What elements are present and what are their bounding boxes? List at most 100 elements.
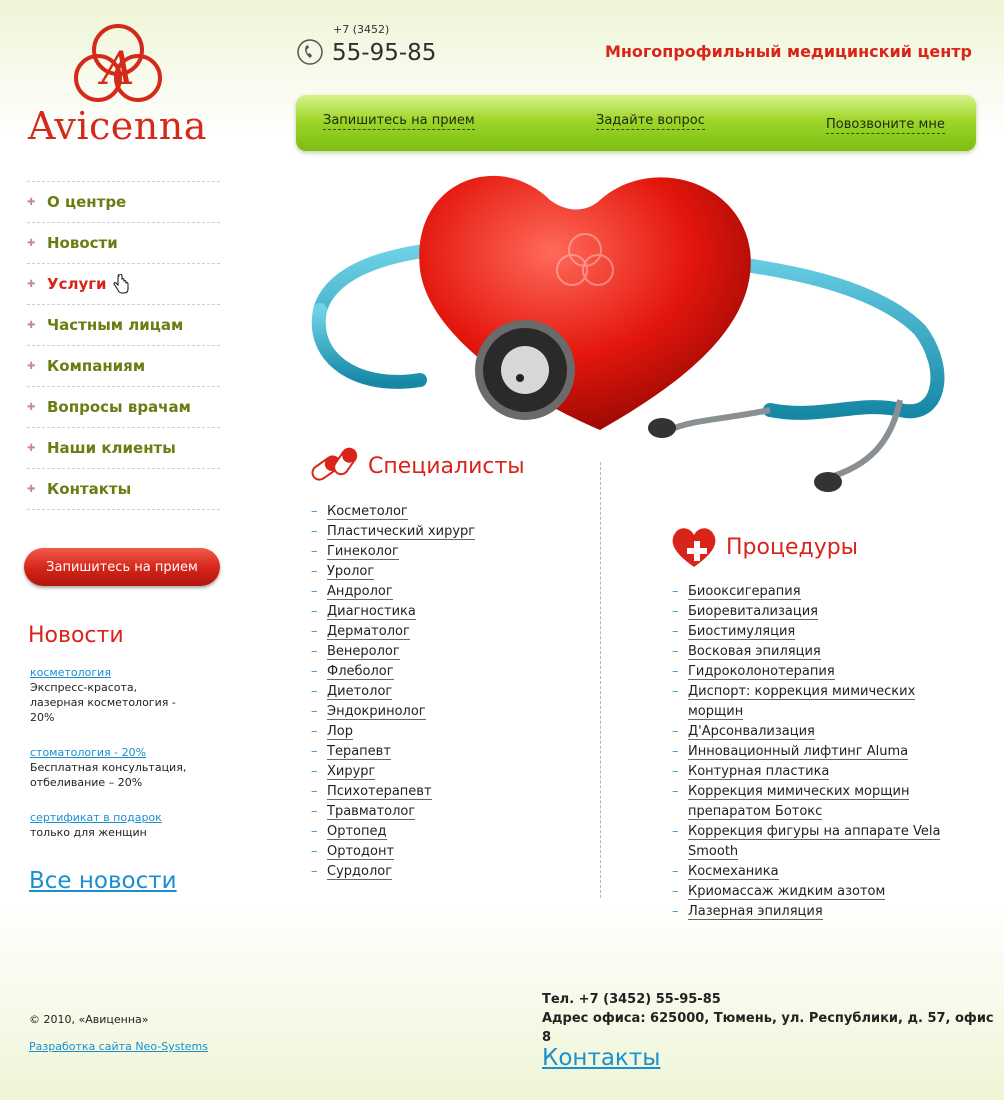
procedure-item-link[interactable]: Лазерная эпиляция (688, 904, 823, 920)
all-news-link[interactable]: Все новости (29, 868, 177, 894)
specialist-item: Психотерапевт (311, 782, 591, 802)
specialist-item: Хирург (311, 762, 591, 782)
procedure-item-link[interactable]: Коррекция фигуры на аппарате Vela Smooth (688, 824, 941, 860)
sidebar-item-label: Вопросы врачам (47, 398, 191, 416)
procedure-item-link[interactable]: Диспорт: коррекция мимических морщин (688, 684, 916, 720)
news-item: косметология Экспресс-красота, лазерная … (30, 665, 190, 725)
specialists-title: Специалисты (368, 453, 525, 479)
phone-code: +7 (3452) (333, 23, 390, 36)
column-divider (600, 462, 601, 898)
sidebar-item-contacts[interactable]: ✚ Контакты (27, 468, 220, 510)
procedure-item: Криомассаж жидким азотом (672, 882, 952, 902)
procedure-item-link[interactable]: Восковая эпиляция (688, 644, 821, 660)
specialist-item-link[interactable]: Диетолог (327, 684, 393, 700)
sidebar-item-about[interactable]: ✚ О центре (27, 181, 220, 222)
procedure-item: Гидроколонотерапия (672, 662, 952, 682)
specialist-item-link[interactable]: Косметолог (327, 504, 408, 520)
procedure-item: Космеханика (672, 862, 952, 882)
specialists-header: Специалисты (310, 442, 525, 490)
sidebar-item-news[interactable]: ✚ Новости (27, 222, 220, 263)
procedure-item: Восковая эпиляция (672, 642, 952, 662)
news-link[interactable]: стоматология - 20% (30, 746, 146, 759)
procedure-item-link[interactable]: Биооксигерапия (688, 584, 801, 600)
appointment-link[interactable]: Запишитесь на прием (323, 113, 475, 130)
specialist-item-link[interactable]: Лор (327, 724, 353, 740)
sidebar-item-questions[interactable]: ✚ Вопросы врачам (27, 386, 220, 427)
sidebar-item-label: Компаниям (47, 357, 146, 375)
news-link[interactable]: косметология (30, 666, 111, 679)
specialist-item-link[interactable]: Гинеколог (327, 544, 399, 560)
news-item: стоматология - 20% Бесплатная консультац… (30, 745, 190, 790)
logo-emblem-icon: A (74, 24, 162, 102)
sidebar-item-label: О центре (47, 193, 127, 211)
specialist-item-link[interactable]: Пластический хирург (327, 524, 476, 540)
specialist-item-link[interactable]: Венеролог (327, 644, 400, 660)
procedure-item: Контурная пластика (672, 762, 952, 782)
logo-text: Avicenna (28, 104, 207, 148)
ask-question-link[interactable]: Задайте вопрос (596, 113, 705, 130)
callback-link[interactable]: Повозвоните мне (826, 117, 945, 134)
bullet-icon: ✚ (27, 483, 36, 495)
procedure-item-link[interactable]: Биостимуляция (688, 624, 796, 640)
procedure-item-link[interactable]: Гидроколонотерапия (688, 664, 835, 680)
footer-contacts-link[interactable]: Контакты (542, 1045, 660, 1071)
specialist-item-link[interactable]: Ортодонт (327, 844, 395, 860)
procedure-item: Инновационный лифтинг Aluma (672, 742, 952, 762)
sidebar-item-clients[interactable]: ✚ Наши клиенты (27, 427, 220, 468)
news-text: Экспресс-красота, лазерная косметология … (30, 681, 176, 724)
specialist-item-link[interactable]: Психотерапевт (327, 784, 432, 800)
procedure-item: Коррекция мимических морщин препаратом Б… (672, 782, 952, 822)
heart-cross-icon (672, 528, 716, 567)
procedure-item-link[interactable]: Д'Арсонвализация (688, 724, 815, 740)
specialist-item-link[interactable]: Ортопед (327, 824, 387, 840)
bullet-icon: ✚ (27, 442, 36, 454)
procedures-title: Процедуры (726, 534, 859, 560)
developer-link[interactable]: Разработка сайта Neo-Systems (29, 1040, 208, 1053)
procedure-item: Д'Арсонвализация (672, 722, 952, 742)
specialist-item-link[interactable]: Дерматолог (327, 624, 410, 640)
sidebar-item-label: Контакты (47, 480, 132, 498)
logo-letter: A (97, 41, 134, 95)
news-title: Новости (28, 623, 124, 648)
specialist-item: Диетолог (311, 682, 591, 702)
specialist-item: Венеролог (311, 642, 591, 662)
specialist-item-link[interactable]: Хирург (327, 764, 376, 780)
specialist-item: Эндокринолог (311, 702, 591, 722)
appointment-button[interactable]: Запишитесь на прием (24, 548, 220, 586)
procedure-item-link[interactable]: Коррекция мимических морщин препаратом Б… (688, 784, 910, 820)
sidebar-item-services[interactable]: ✚ Услуги (27, 263, 220, 304)
bullet-icon: ✚ (27, 319, 36, 331)
sidebar-item-individuals[interactable]: ✚ Частным лицам (27, 304, 220, 345)
specialist-item: Терапевт (311, 742, 591, 762)
procedure-item-link[interactable]: Космеханика (688, 864, 779, 880)
procedure-item-link[interactable]: Биоревитализация (688, 604, 818, 620)
tagline: Многопрофильный медицинский центр (604, 42, 972, 61)
procedure-item-link[interactable]: Криомассаж жидким азотом (688, 884, 886, 900)
specialist-item: Ортодонт (311, 842, 591, 862)
news-link[interactable]: сертификат в подарок (30, 811, 162, 824)
specialist-item-link[interactable]: Флеболог (327, 664, 394, 680)
specialist-item: Травматолог (311, 802, 591, 822)
news-list: косметология Экспресс-красота, лазерная … (30, 665, 190, 860)
specialist-item-link[interactable]: Андролог (327, 584, 393, 600)
procedure-item-link[interactable]: Инновационный лифтинг Aluma (688, 744, 909, 760)
action-bar: Запишитесь на прием Задайте вопрос Повоз… (296, 95, 976, 151)
procedure-item: Лазерная эпиляция (672, 902, 952, 922)
procedure-item: Биоревитализация (672, 602, 952, 622)
footer-address: Адрес офиса: 625000, Тюмень, ул. Республ… (542, 1011, 994, 1045)
specialist-item-link[interactable]: Сурдолог (327, 864, 393, 880)
logo[interactable]: A Avicenna (28, 20, 218, 148)
specialist-item-link[interactable]: Эндокринолог (327, 704, 426, 720)
specialist-item: Флеболог (311, 662, 591, 682)
specialist-item: Ортопед (311, 822, 591, 842)
specialist-item-link[interactable]: Травматолог (327, 804, 416, 820)
contact-info: Тел. +7 (3452) 55-95-85 Адрес офиса: 625… (542, 990, 1004, 1047)
specialist-item-link[interactable]: Уролог (327, 564, 375, 580)
procedures-header: Процедуры (670, 525, 858, 569)
specialist-item-link[interactable]: Диагностика (327, 604, 416, 620)
sidebar-item-label: Услуги (47, 275, 107, 293)
specialist-item-link[interactable]: Терапевт (327, 744, 391, 760)
procedure-item-link[interactable]: Контурная пластика (688, 764, 830, 780)
sidebar-item-companies[interactable]: ✚ Компаниям (27, 345, 220, 386)
bullet-icon: ✚ (27, 401, 36, 413)
